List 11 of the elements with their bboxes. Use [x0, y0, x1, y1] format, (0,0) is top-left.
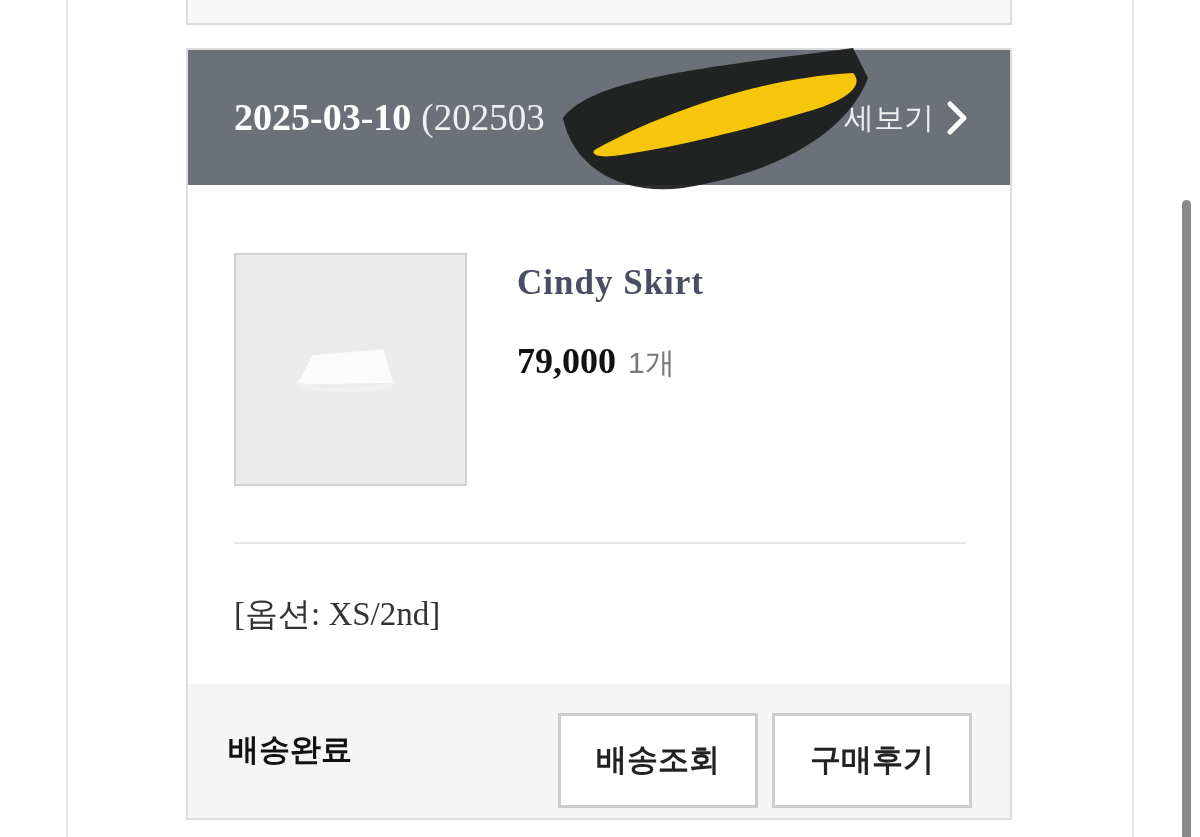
product-option: [옵션: XS/2nd]	[234, 544, 966, 684]
details-link[interactable]: 세보기	[844, 95, 934, 140]
product-quantity: 1개	[628, 344, 675, 381]
order-date: 2025-03-10	[234, 95, 412, 140]
delivery-status: 배송완료	[228, 731, 352, 770]
order-number: (202503	[421, 95, 545, 140]
action-button[interactable]: 배송조회	[558, 713, 758, 808]
product-name[interactable]: Cindy Skirt	[517, 257, 705, 310]
action-button[interactable]: 구매후기	[772, 713, 972, 808]
product-price: 79,000	[517, 339, 616, 383]
scrollbar[interactable]	[1182, 200, 1191, 837]
